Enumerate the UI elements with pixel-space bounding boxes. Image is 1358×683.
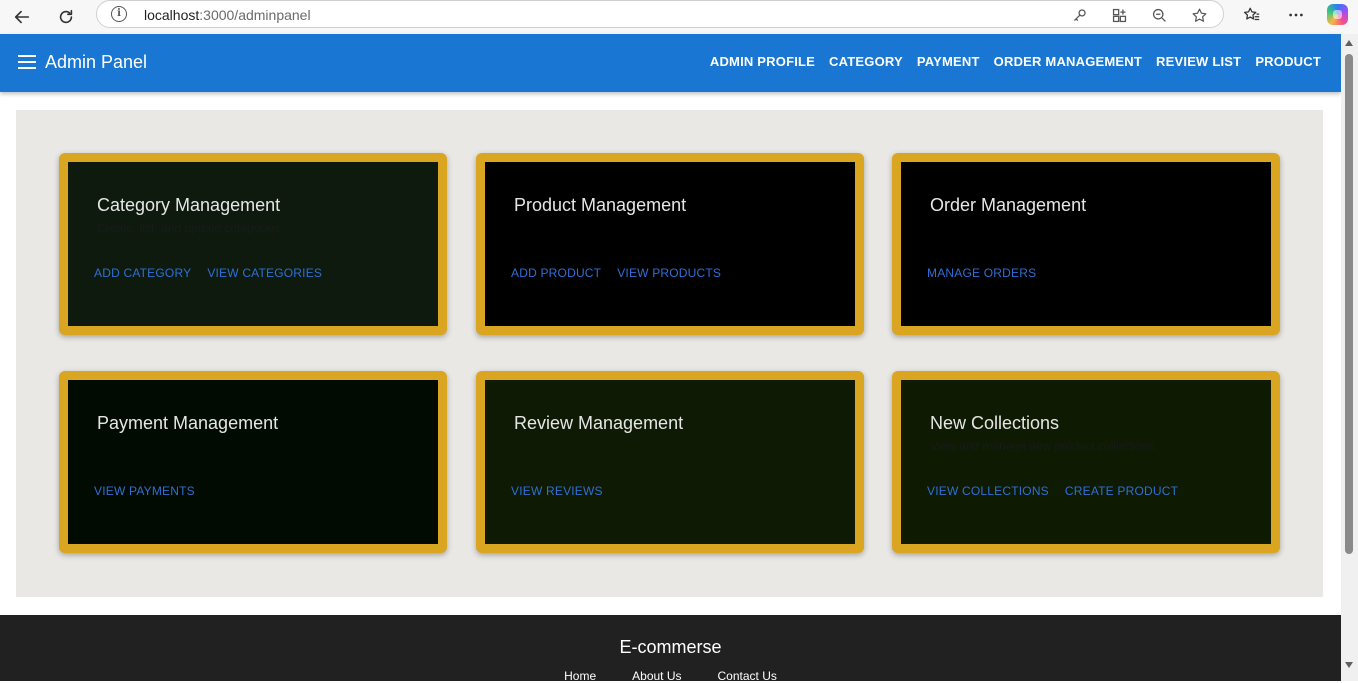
reload-icon[interactable]	[52, 3, 80, 31]
view-payments-button[interactable]: VIEW PAYMENTS	[94, 484, 195, 498]
card-actions: VIEW COLLECTIONS CREATE PRODUCT	[927, 484, 1178, 498]
back-icon[interactable]	[8, 3, 36, 31]
app-bar: Admin Panel ADMIN PROFILE CATEGORY PAYME…	[0, 34, 1341, 92]
browser-toolbar: i localhost:3000/adminpanel	[0, 0, 1358, 34]
card-order-management: Order Management MANAGE ORDERS	[892, 153, 1280, 335]
view-categories-button[interactable]: VIEW CATEGORIES	[207, 266, 322, 280]
scroll-thumb[interactable]	[1345, 54, 1353, 554]
app-available-icon[interactable]	[1109, 5, 1129, 25]
nav-review-list[interactable]: REVIEW LIST	[1149, 54, 1248, 69]
url-text[interactable]: localhost:3000/adminpanel	[144, 7, 311, 23]
card-title: Category Management	[97, 195, 281, 215]
nav-admin-profile[interactable]: ADMIN PROFILE	[703, 54, 822, 69]
favorite-star-icon[interactable]	[1189, 5, 1209, 25]
footer: E-commerse Home About Us Contact Us	[0, 615, 1341, 683]
url-path: :3000/adminpanel	[199, 7, 311, 23]
card-title: Review Management	[514, 413, 684, 433]
add-category-button[interactable]: ADD CATEGORY	[94, 266, 191, 280]
nav-order-management[interactable]: ORDER MANAGEMENT	[987, 54, 1149, 69]
card-category-management: Category Management Create, list, and up…	[59, 153, 447, 335]
nav-category[interactable]: CATEGORY	[822, 54, 910, 69]
card-description: View and manage new product collections.	[930, 439, 1158, 453]
card-actions: ADD PRODUCT VIEW PRODUCTS	[511, 266, 721, 280]
url-host: localhost	[144, 7, 200, 23]
card-title: Order Management	[930, 195, 1087, 215]
dashboard-area: Category Management Create, list, and up…	[16, 110, 1323, 597]
site-info-icon[interactable]: i	[111, 6, 127, 22]
view-collections-button[interactable]: VIEW COLLECTIONS	[927, 484, 1049, 498]
card-title: New Collections	[930, 413, 1060, 433]
card-review-management: Review Management VIEW REVIEWS	[476, 371, 864, 553]
page-scrollbar[interactable]	[1341, 34, 1358, 681]
more-options-icon[interactable]	[1285, 4, 1307, 26]
key-icon[interactable]	[1069, 5, 1089, 25]
card-description: Create, list, and update categories.	[97, 221, 284, 235]
address-bar[interactable]: i localhost:3000/adminpanel	[96, 0, 1224, 28]
top-nav: ADMIN PROFILE CATEGORY PAYMENT ORDER MAN…	[703, 54, 1328, 69]
add-product-button[interactable]: ADD PRODUCT	[511, 266, 601, 280]
copilot-icon[interactable]	[1327, 4, 1348, 25]
card-title: Product Management	[514, 195, 687, 215]
card-title: Payment Management	[97, 413, 279, 433]
card-actions: MANAGE ORDERS	[927, 266, 1036, 280]
view-reviews-button[interactable]: VIEW REVIEWS	[511, 484, 603, 498]
card-actions: VIEW PAYMENTS	[94, 484, 195, 498]
card-payment-management: Payment Management VIEW PAYMENTS	[59, 371, 447, 553]
nav-product[interactable]: PRODUCT	[1248, 54, 1328, 69]
scroll-up-arrow-icon[interactable]	[1345, 40, 1353, 46]
card-new-collections: New Collections View and manage new prod…	[892, 371, 1280, 553]
hamburger-menu-icon[interactable]	[18, 55, 36, 69]
card-actions: VIEW REVIEWS	[511, 484, 603, 498]
nav-payment[interactable]: PAYMENT	[910, 54, 987, 69]
footer-title: E-commerse	[619, 637, 722, 657]
favorites-icon[interactable]	[1241, 4, 1263, 26]
card-actions: ADD CATEGORY VIEW CATEGORIES	[94, 266, 322, 280]
create-product-button[interactable]: CREATE PRODUCT	[1065, 484, 1178, 498]
zoom-out-icon[interactable]	[1149, 5, 1169, 25]
card-product-management: Product Management ADD PRODUCT VIEW PROD…	[476, 153, 864, 335]
manage-orders-button[interactable]: MANAGE ORDERS	[927, 266, 1036, 280]
view-products-button[interactable]: VIEW PRODUCTS	[617, 266, 721, 280]
scroll-down-arrow-icon[interactable]	[1345, 662, 1353, 668]
app-title: Admin Panel	[45, 52, 148, 72]
